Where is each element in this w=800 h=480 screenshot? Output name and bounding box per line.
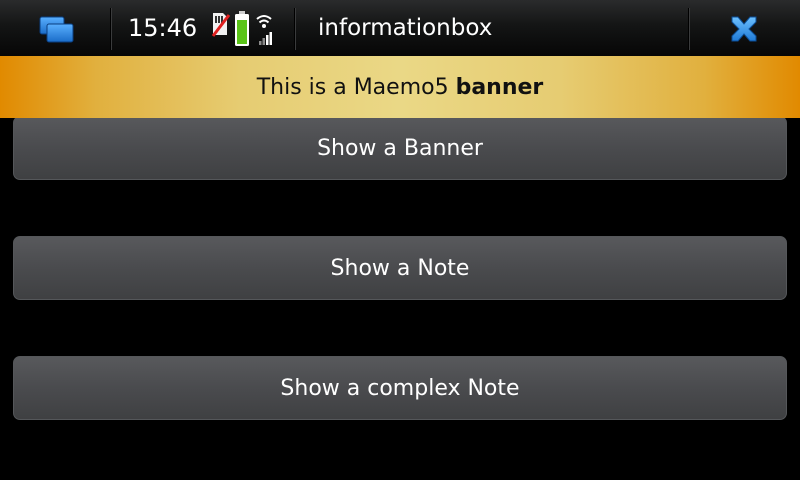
window-title[interactable]: informationbox [318, 12, 492, 44]
sim-card-icon [211, 13, 231, 37]
information-banner[interactable]: This is a Maemo5 banner [0, 56, 800, 118]
status-indicators[interactable] [210, 10, 280, 48]
show-complex-note-button[interactable]: Show a complex Note [13, 356, 787, 420]
battery-icon [235, 11, 249, 46]
separator [110, 8, 111, 50]
separator [294, 8, 295, 50]
task-switcher-button[interactable] [30, 10, 82, 48]
wifi-signal-icon [256, 15, 272, 45]
button-label: Show a Note [330, 255, 470, 281]
separator [688, 8, 689, 50]
button-label: Show a complex Note [280, 375, 520, 401]
button-label: Show a Banner [317, 135, 483, 161]
show-note-button[interactable]: Show a Note [13, 236, 787, 300]
banner-text-bold: banner [455, 74, 544, 100]
close-button[interactable] [716, 8, 772, 50]
banner-text-regular: This is a Maemo5 [256, 74, 456, 100]
show-banner-button[interactable]: Show a Banner [13, 116, 787, 180]
screen: 15:46 informationbox This is a Maemo5 ba… [0, 0, 800, 480]
banner-message: This is a Maemo5 banner [257, 75, 544, 100]
task-switcher-icon [39, 16, 74, 43]
clock[interactable]: 15:46 [128, 12, 197, 44]
close-icon [731, 16, 757, 42]
title-bar: 15:46 informationbox [0, 0, 800, 56]
